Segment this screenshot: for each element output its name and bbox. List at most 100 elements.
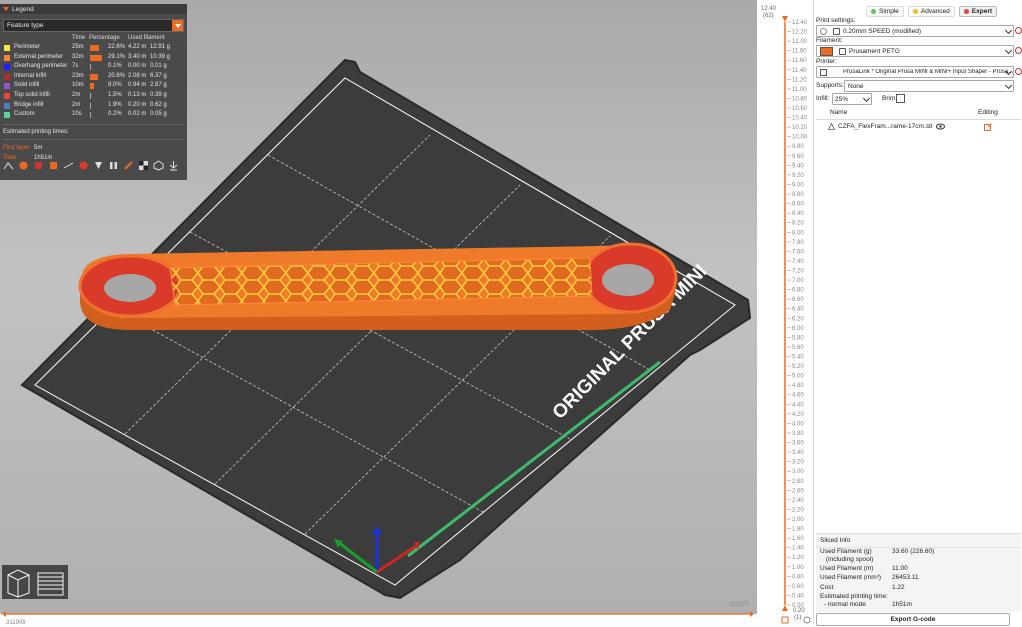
- feature-type-select[interactable]: Feature type: [3, 19, 184, 32]
- feature-percent: 0.2%: [108, 111, 122, 118]
- hslider-left-thumb[interactable]: [2, 611, 6, 617]
- tool-marker-icon[interactable]: [153, 160, 164, 171]
- feature-percent-bar: [90, 92, 91, 99]
- settings-gear-icon[interactable]: [1015, 27, 1022, 34]
- wipe-icon[interactable]: [18, 160, 29, 171]
- lock-icon: [833, 27, 840, 35]
- deretractions-icon[interactable]: [48, 160, 59, 171]
- vslider-bottom-thumb[interactable]: [782, 605, 788, 611]
- vslider-tick-label: 4.80: [792, 383, 804, 389]
- filament-color-swatch[interactable]: [820, 46, 833, 56]
- vslider-tick-label: 11.60: [792, 58, 807, 64]
- vslider-tick-label: 9.60: [792, 154, 804, 160]
- color-changes-icon[interactable]: [93, 160, 104, 171]
- infill-combo[interactable]: 25%: [832, 93, 872, 105]
- 3d-view-icon[interactable]: [7, 569, 30, 598]
- legend-row[interactable]: Overhang perimeter 7s 0.1% 0.00 m 0.01 g: [0, 62, 187, 72]
- vslider-tick-label: 10.20: [792, 125, 808, 131]
- vslider-tick-label: 3.00: [792, 469, 804, 475]
- printer-gear-icon[interactable]: [1015, 68, 1022, 75]
- legend-row[interactable]: Top solid infill 2m 1.5% 0.13 m 0.39 g: [0, 91, 187, 101]
- vertical-layer-slider[interactable]: 12.40 12.20 12.00 11.80 11.60 11.40 11.20 11.00…: [757, 0, 813, 625]
- model-flex-frame[interactable]: [78, 242, 678, 331]
- 3d-viewport[interactable]: ORIGINAL PRUSA MINI Legend Feature type …: [0, 0, 757, 614]
- pause-prints-icon[interactable]: [108, 160, 119, 171]
- legend-toolbar[interactable]: [3, 160, 179, 171]
- download-icon[interactable]: [168, 160, 179, 171]
- feature-meters: 0.02 m: [128, 111, 147, 118]
- legend-header[interactable]: Legend: [0, 4, 187, 14]
- layers-view-icon[interactable]: [37, 572, 64, 596]
- view-buttons[interactable]: [2, 565, 68, 599]
- estimated-times-label: Estimated printing times:: [3, 128, 69, 135]
- edit-settings-icon[interactable]: [984, 123, 992, 133]
- hslider-left-value: 311908: [6, 620, 26, 625]
- vslider-tick-label: 10.60: [792, 106, 808, 112]
- filament-label: Filament:: [816, 37, 843, 44]
- legend-row[interactable]: Internal infill 23m 20.6% 2.08 m 6.37 g: [0, 72, 187, 82]
- filament-combo[interactable]: Prusament PETG: [816, 45, 1014, 57]
- vslider-tick-label: 7.60: [792, 249, 804, 255]
- shells-icon[interactable]: [138, 160, 149, 171]
- feature-meters: 4.22 m: [128, 44, 147, 50]
- vslider-tick-label: 6.80: [792, 288, 804, 294]
- printer-label: Printer:: [816, 58, 837, 65]
- first-layer-row: First layer 5m: [0, 144, 187, 154]
- horizontal-slider[interactable]: 311908: [0, 608, 757, 626]
- settings-panel[interactable]: Simple Advanced Expert Print settings: 0.2…: [813, 0, 1022, 626]
- feature-percent: 22.6%: [108, 44, 126, 50]
- vslider-tick-label: 3.20: [792, 460, 804, 466]
- filament-gear-icon[interactable]: [1015, 47, 1022, 54]
- retractions-icon[interactable]: [33, 160, 44, 171]
- sliced-info-title: Sliced Info: [816, 534, 1021, 548]
- visibility-eye-icon[interactable]: [936, 123, 945, 132]
- feature-color-swatch: [4, 54, 10, 61]
- tool-changes-icon[interactable]: [78, 160, 89, 171]
- vslider-tick-label: 1.00: [792, 565, 804, 571]
- seams-icon[interactable]: [63, 160, 74, 171]
- dropdown-arrow-icon[interactable]: [172, 20, 183, 31]
- brim-checkbox[interactable]: [896, 94, 905, 103]
- mode-tab-expert[interactable]: Expert: [958, 6, 998, 17]
- feature-percent-bar: [90, 102, 91, 109]
- vslider-tick-label: 6.00: [792, 326, 804, 332]
- print-settings-combo[interactable]: 0.20mm SPEED (modified): [816, 25, 1014, 37]
- feature-percent: 9.0%: [108, 82, 122, 89]
- vslider-tick-label: 5.40: [792, 355, 804, 361]
- mode-tab-advanced[interactable]: Advanced: [907, 6, 955, 17]
- vslider-lock-icon[interactable]: [781, 616, 789, 624]
- legend-row[interactable]: Bridge infill 2m 1.9% 0.20 m 0.62 g: [0, 101, 187, 111]
- mode-tabs[interactable]: Simple Advanced Expert: [866, 6, 998, 17]
- vslider-tick-label: 1.80: [792, 527, 804, 533]
- export-gcode-button[interactable]: Export G-code: [816, 613, 1010, 626]
- infill-label: Infill:: [816, 95, 830, 102]
- vslider-settings-cog-icon[interactable]: [803, 616, 811, 624]
- printer-combo[interactable]: PrusaLink * Original Prusa MINI & MINI+ …: [816, 66, 1014, 78]
- supports-combo[interactable]: None: [844, 80, 1014, 92]
- feature-meters: 0.00 m: [128, 63, 147, 70]
- feature-percent-bar: [90, 45, 100, 51]
- network-icon: [833, 69, 840, 76]
- feature-name: Solid infill: [14, 82, 40, 89]
- mode-tab-simple[interactable]: Simple: [866, 6, 904, 17]
- legend-row[interactable]: Solid infill 10m 9.0% 0.94 m 2.87 g: [0, 81, 187, 91]
- collapse-triangle-icon[interactable]: [3, 7, 9, 11]
- vslider-bottom-value: 0.20: [793, 608, 805, 614]
- feature-color-swatch: [4, 92, 10, 99]
- hslider-right-thumb[interactable]: [750, 611, 754, 617]
- object-row[interactable]: CZFA_FlexFram...rame-17cm.stl: [816, 121, 1021, 132]
- vslider-tick-label: 6.40: [792, 307, 804, 313]
- travel-icon[interactable]: [3, 160, 14, 171]
- custom-gcodes-icon[interactable]: [123, 160, 134, 171]
- feature-color-swatch: [4, 102, 10, 109]
- legend-row[interactable]: Custom 10s 0.2% 0.02 m 0.05 g: [0, 110, 187, 120]
- legend-row[interactable]: Perimeter 25m 22.6% 4.22 m 12.91 g: [0, 43, 187, 53]
- feature-meters: 0.13 m: [128, 91, 147, 98]
- legend-panel[interactable]: Legend Feature type Time Percentage Used…: [0, 4, 187, 180]
- feature-name: Overhang perimeter: [14, 63, 68, 70]
- legend-row[interactable]: External perimeter 32m 29.1% 3.40 m 10.39 g: [0, 53, 187, 63]
- feature-color-swatch: [4, 73, 10, 80]
- vslider-top-thumb[interactable]: [782, 16, 788, 22]
- used-filament-m-label: Used Filament (m): [820, 565, 874, 572]
- filament-value: Prusament PETG: [849, 47, 900, 55]
